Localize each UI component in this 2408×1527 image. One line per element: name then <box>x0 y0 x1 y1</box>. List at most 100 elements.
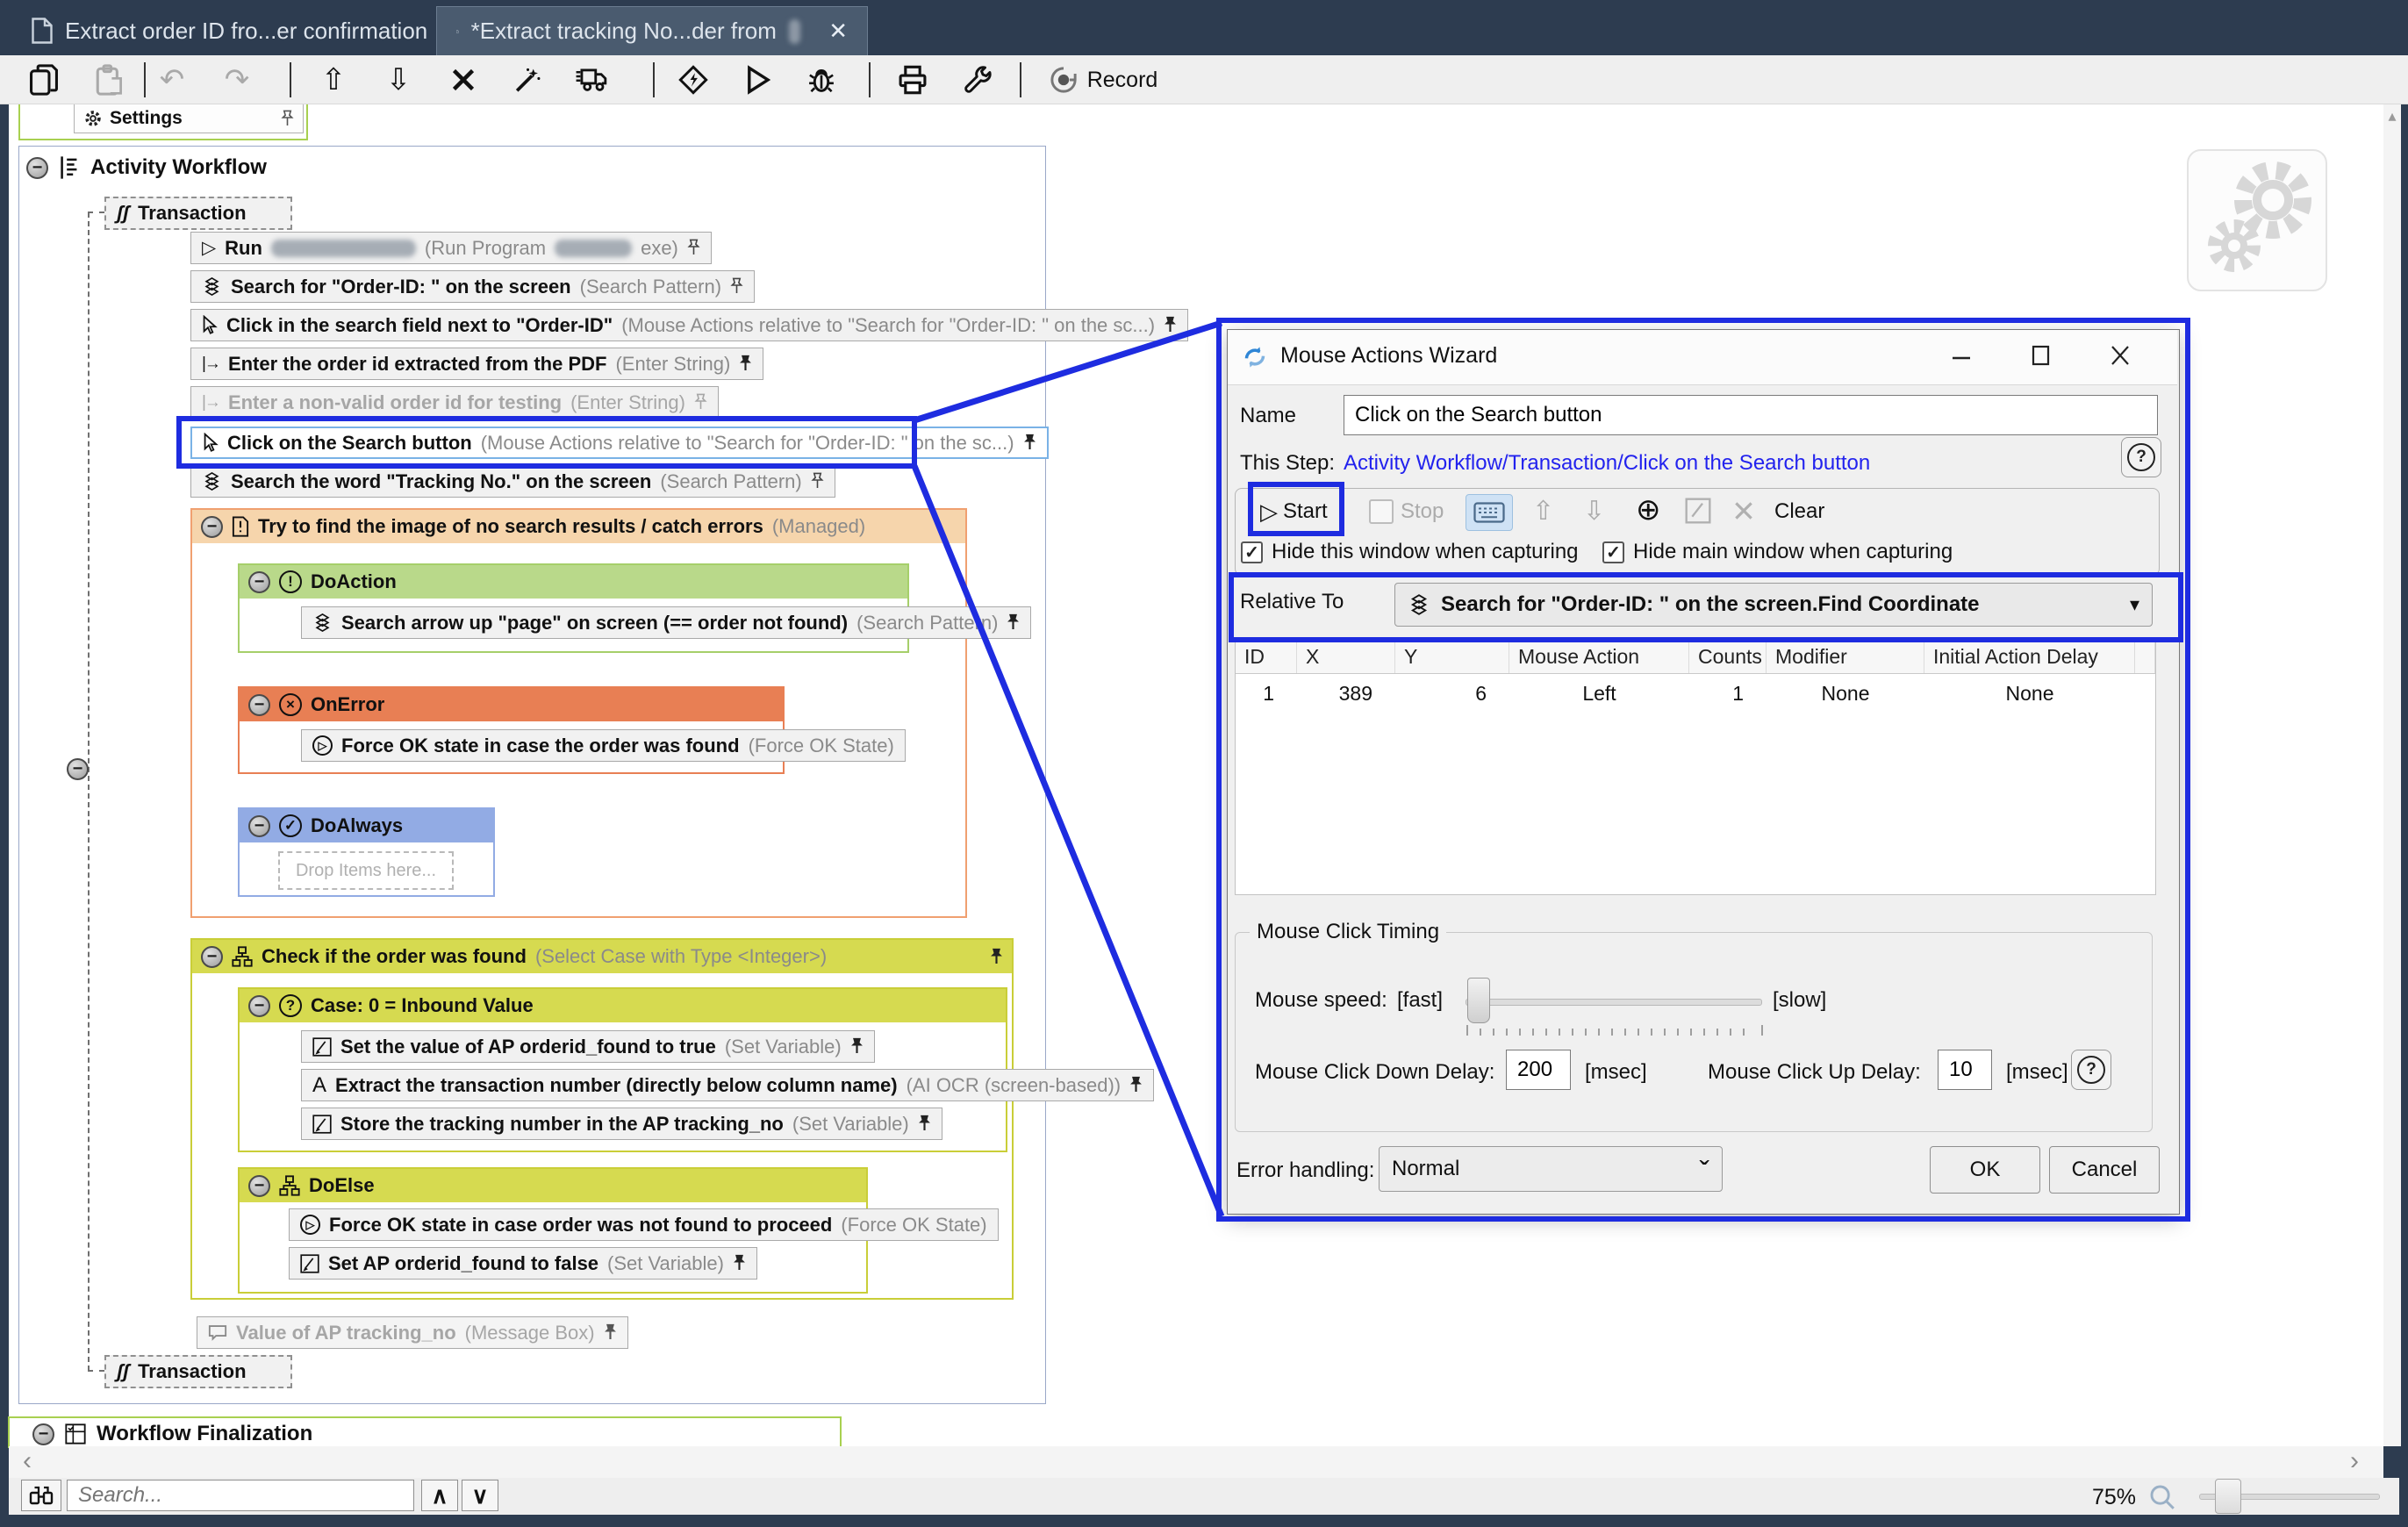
collapse-icon[interactable]: − <box>248 694 270 716</box>
actions-table[interactable]: ID X Y Mouse Action Counts Modifier Init… <box>1235 639 2156 895</box>
keyboard-toggle[interactable] <box>1466 494 1513 531</box>
down-delay-input[interactable] <box>1506 1050 1571 1090</box>
workflow-item-message-box[interactable]: Value of AP tracking_no (Message Box) <box>197 1316 628 1349</box>
row-up-icon[interactable]: ⇧ <box>1532 496 1554 527</box>
pin-icon[interactable] <box>1129 1075 1143 1095</box>
doaction-header[interactable]: − ! DoAction <box>240 565 907 599</box>
pin-icon[interactable] <box>733 1253 746 1273</box>
search-next-button[interactable]: ∨ <box>462 1480 498 1511</box>
drag-handle[interactable]: ⋮ <box>1239 494 1262 513</box>
workflow-item-search-orderid[interactable]: Search for "Order-ID: " on the screen (S… <box>190 270 755 303</box>
pin-icon[interactable] <box>281 109 294 129</box>
horizontal-scrollbar[interactable]: ‹ › <box>9 1446 2383 1478</box>
pin-icon[interactable] <box>739 354 752 374</box>
drop-items-placeholder[interactable]: Drop Items here... <box>278 851 454 890</box>
col-initial-action-delay[interactable]: Initial Action Delay <box>1924 640 2135 673</box>
close-icon[interactable] <box>2107 342 2133 369</box>
tools-button[interactable] <box>953 61 1002 99</box>
transaction-group-bottom[interactable]: ʃʃ Transaction <box>104 1355 292 1388</box>
run-button[interactable] <box>734 61 783 99</box>
workflow-item-set-true[interactable]: Set the value of AP orderid_found to tru… <box>301 1030 875 1063</box>
paste-button[interactable] <box>84 61 133 99</box>
redo-button[interactable]: ↷ <box>212 61 262 99</box>
zoom-slider-thumb[interactable] <box>2215 1479 2241 1514</box>
workflow-item-enter-nonvalid[interactable]: |→ Enter a non-valid order id for testin… <box>190 386 719 419</box>
copy-button[interactable] <box>19 61 68 99</box>
collapse-icon[interactable]: − <box>248 995 270 1017</box>
clear-button[interactable]: Clear <box>1774 499 1824 524</box>
minimize-icon[interactable] <box>1949 348 1975 367</box>
col-mouse-action[interactable]: Mouse Action <box>1509 640 1689 673</box>
transaction-group-top[interactable]: ʃʃ Transaction <box>104 197 292 230</box>
scroll-right-icon[interactable]: › <box>2350 1446 2359 1476</box>
tab-extract-order-id[interactable]: Extract order ID fro...er confirmation <box>12 6 447 55</box>
breakpoint-button[interactable] <box>669 61 718 99</box>
name-input[interactable] <box>1344 395 2158 435</box>
move-up-button[interactable]: ⇧ <box>309 61 358 99</box>
workflow-item-store-tracking[interactable]: Store the tracking number in the AP trac… <box>301 1108 942 1140</box>
delivery-button[interactable] <box>567 61 616 99</box>
col-y[interactable]: Y <box>1395 640 1509 673</box>
hide-this-checkbox[interactable]: ✓ Hide this window when capturing <box>1241 540 1579 564</box>
find-button[interactable] <box>21 1480 61 1511</box>
collapse-icon[interactable]: − <box>248 815 270 837</box>
add-row-icon[interactable]: ⊕ <box>1636 492 1661 527</box>
edit-row-icon[interactable] <box>1685 498 1711 524</box>
collapse-handle[interactable]: − <box>67 758 89 780</box>
this-step-link[interactable]: Activity Workflow/Transaction/Click on t… <box>1344 451 1870 476</box>
print-button[interactable] <box>888 61 937 99</box>
row-down-icon[interactable]: ⇩ <box>1583 496 1605 527</box>
workflow-item-force-ok-found[interactable]: ▷ Force OK state in case the order was f… <box>301 729 906 762</box>
cancel-button[interactable]: Cancel <box>2049 1146 2160 1194</box>
workflow-item-search-tracking[interactable]: Search the word "Tracking No." on the sc… <box>190 465 835 498</box>
workflow-item-run[interactable]: ▷ Run (Run Program exe) <box>190 232 712 264</box>
pin-icon[interactable] <box>918 1114 931 1134</box>
delete-button[interactable] <box>439 61 488 99</box>
workflow-item-set-false[interactable]: Set AP orderid_found to false (Set Varia… <box>289 1247 757 1280</box>
mouse-speed-slider-track[interactable] <box>1466 999 1762 1006</box>
start-button[interactable]: ▷ Start <box>1260 492 1328 531</box>
stop-button[interactable]: Stop <box>1369 492 1444 531</box>
move-down-button[interactable]: ⇩ <box>374 61 423 99</box>
case0-header[interactable]: − ? Case: 0 = Inbound Value <box>240 989 1006 1022</box>
dialog-titlebar[interactable]: Mouse Actions Wizard <box>1228 330 2177 385</box>
collapse-icon[interactable]: − <box>248 571 270 593</box>
workflow-item-click-search[interactable]: Click on the Search button (Mouse Action… <box>190 427 1049 459</box>
error-handling-dropdown[interactable]: Normal ˇ <box>1379 1146 1723 1192</box>
select-case-header[interactable]: − Check if the order was found (Select C… <box>192 940 1012 973</box>
up-delay-input[interactable] <box>1938 1050 1992 1090</box>
scroll-left-icon[interactable]: ‹ <box>23 1446 32 1476</box>
tab-extract-tracking-no[interactable]: *Extract tracking No...der from ✕ <box>436 6 868 55</box>
workflow-item-search-arrow-up[interactable]: Search arrow up "page" on screen (== ord… <box>301 606 1031 639</box>
delete-row-icon[interactable] <box>1732 499 1755 522</box>
workflow-item-enter-orderid[interactable]: |→ Enter the order id extracted from the… <box>190 348 763 380</box>
search-prev-button[interactable]: ∧ <box>421 1480 458 1511</box>
timing-help-button[interactable]: ? <box>2071 1050 2111 1090</box>
table-row[interactable]: 1 389 6 Left 1 None None <box>1236 674 2155 713</box>
pin-icon[interactable] <box>1164 315 1177 335</box>
workflow-item-force-ok-notfound[interactable]: ▷ Force OK state in case order was not f… <box>289 1208 999 1241</box>
relative-to-dropdown[interactable]: Search for "Order-ID: " on the screen.Fi… <box>1394 583 2153 627</box>
doalways-header[interactable]: − ✓ DoAlways <box>240 809 493 842</box>
collapse-icon[interactable]: − <box>32 1423 54 1445</box>
col-modifier[interactable]: Modifier <box>1767 640 1924 673</box>
scroll-up-icon[interactable]: ▴ <box>2383 104 2401 125</box>
workflow-item-extract-transaction[interactable]: A Extract the transaction number (direct… <box>301 1069 1154 1101</box>
col-id[interactable]: ID <box>1236 640 1297 673</box>
col-counts[interactable]: Counts <box>1689 640 1767 673</box>
collapse-icon[interactable]: − <box>201 946 223 968</box>
close-tab-icon[interactable]: ✕ <box>828 18 848 45</box>
pin-icon[interactable] <box>687 238 700 258</box>
collapse-icon[interactable]: − <box>248 1175 270 1197</box>
maximize-icon[interactable] <box>2028 342 2054 369</box>
vertical-scrollbar[interactable]: ▴ <box>2383 104 2401 1446</box>
mouse-speed-slider-thumb[interactable] <box>1467 978 1490 1023</box>
pin-icon[interactable] <box>850 1036 864 1057</box>
collapse-icon[interactable]: − <box>26 157 48 179</box>
doelse-header[interactable]: − DoElse <box>240 1169 866 1202</box>
help-button[interactable]: ? <box>2121 437 2161 477</box>
settings-item[interactable]: Settings <box>74 104 304 133</box>
record-button[interactable]: Record <box>1037 61 1169 99</box>
magic-wand-button[interactable] <box>502 61 551 99</box>
search-input[interactable] <box>67 1480 414 1511</box>
